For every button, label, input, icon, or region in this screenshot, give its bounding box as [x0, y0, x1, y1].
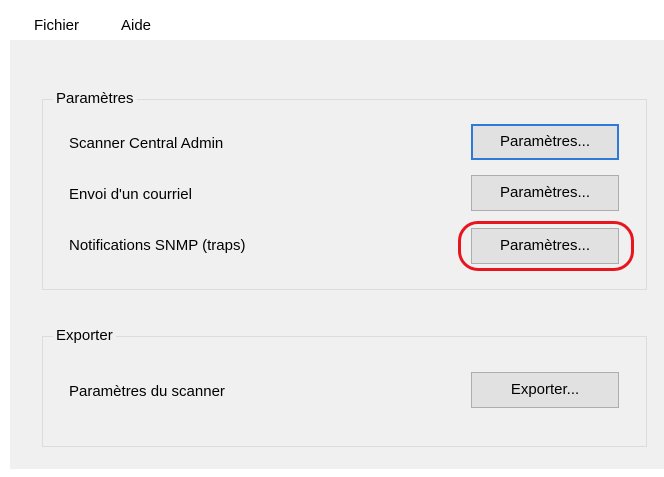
- scanner-settings-label: Paramètres du scanner: [69, 383, 225, 400]
- export-button[interactable]: Exporter...: [471, 372, 619, 408]
- menu-fichier[interactable]: Fichier: [34, 17, 79, 34]
- settings-group-title: Paramètres: [53, 90, 137, 108]
- menu-bar: Fichier Aide: [10, 10, 664, 40]
- export-group-title: Exporter: [53, 327, 116, 345]
- menu-aide[interactable]: Aide: [121, 17, 151, 34]
- email-settings-button[interactable]: Paramètres...: [471, 175, 619, 211]
- settings-window: Fichier Aide Paramètres Scanner Central …: [10, 10, 664, 469]
- scanner-central-admin-settings-button[interactable]: Paramètres...: [471, 124, 619, 160]
- snmp-settings-button[interactable]: Paramètres...: [471, 228, 619, 264]
- snmp-notifications-label: Notifications SNMP (traps): [69, 237, 246, 254]
- email-sending-label: Envoi d'un courriel: [69, 186, 192, 203]
- scanner-central-admin-label: Scanner Central Admin: [69, 135, 224, 152]
